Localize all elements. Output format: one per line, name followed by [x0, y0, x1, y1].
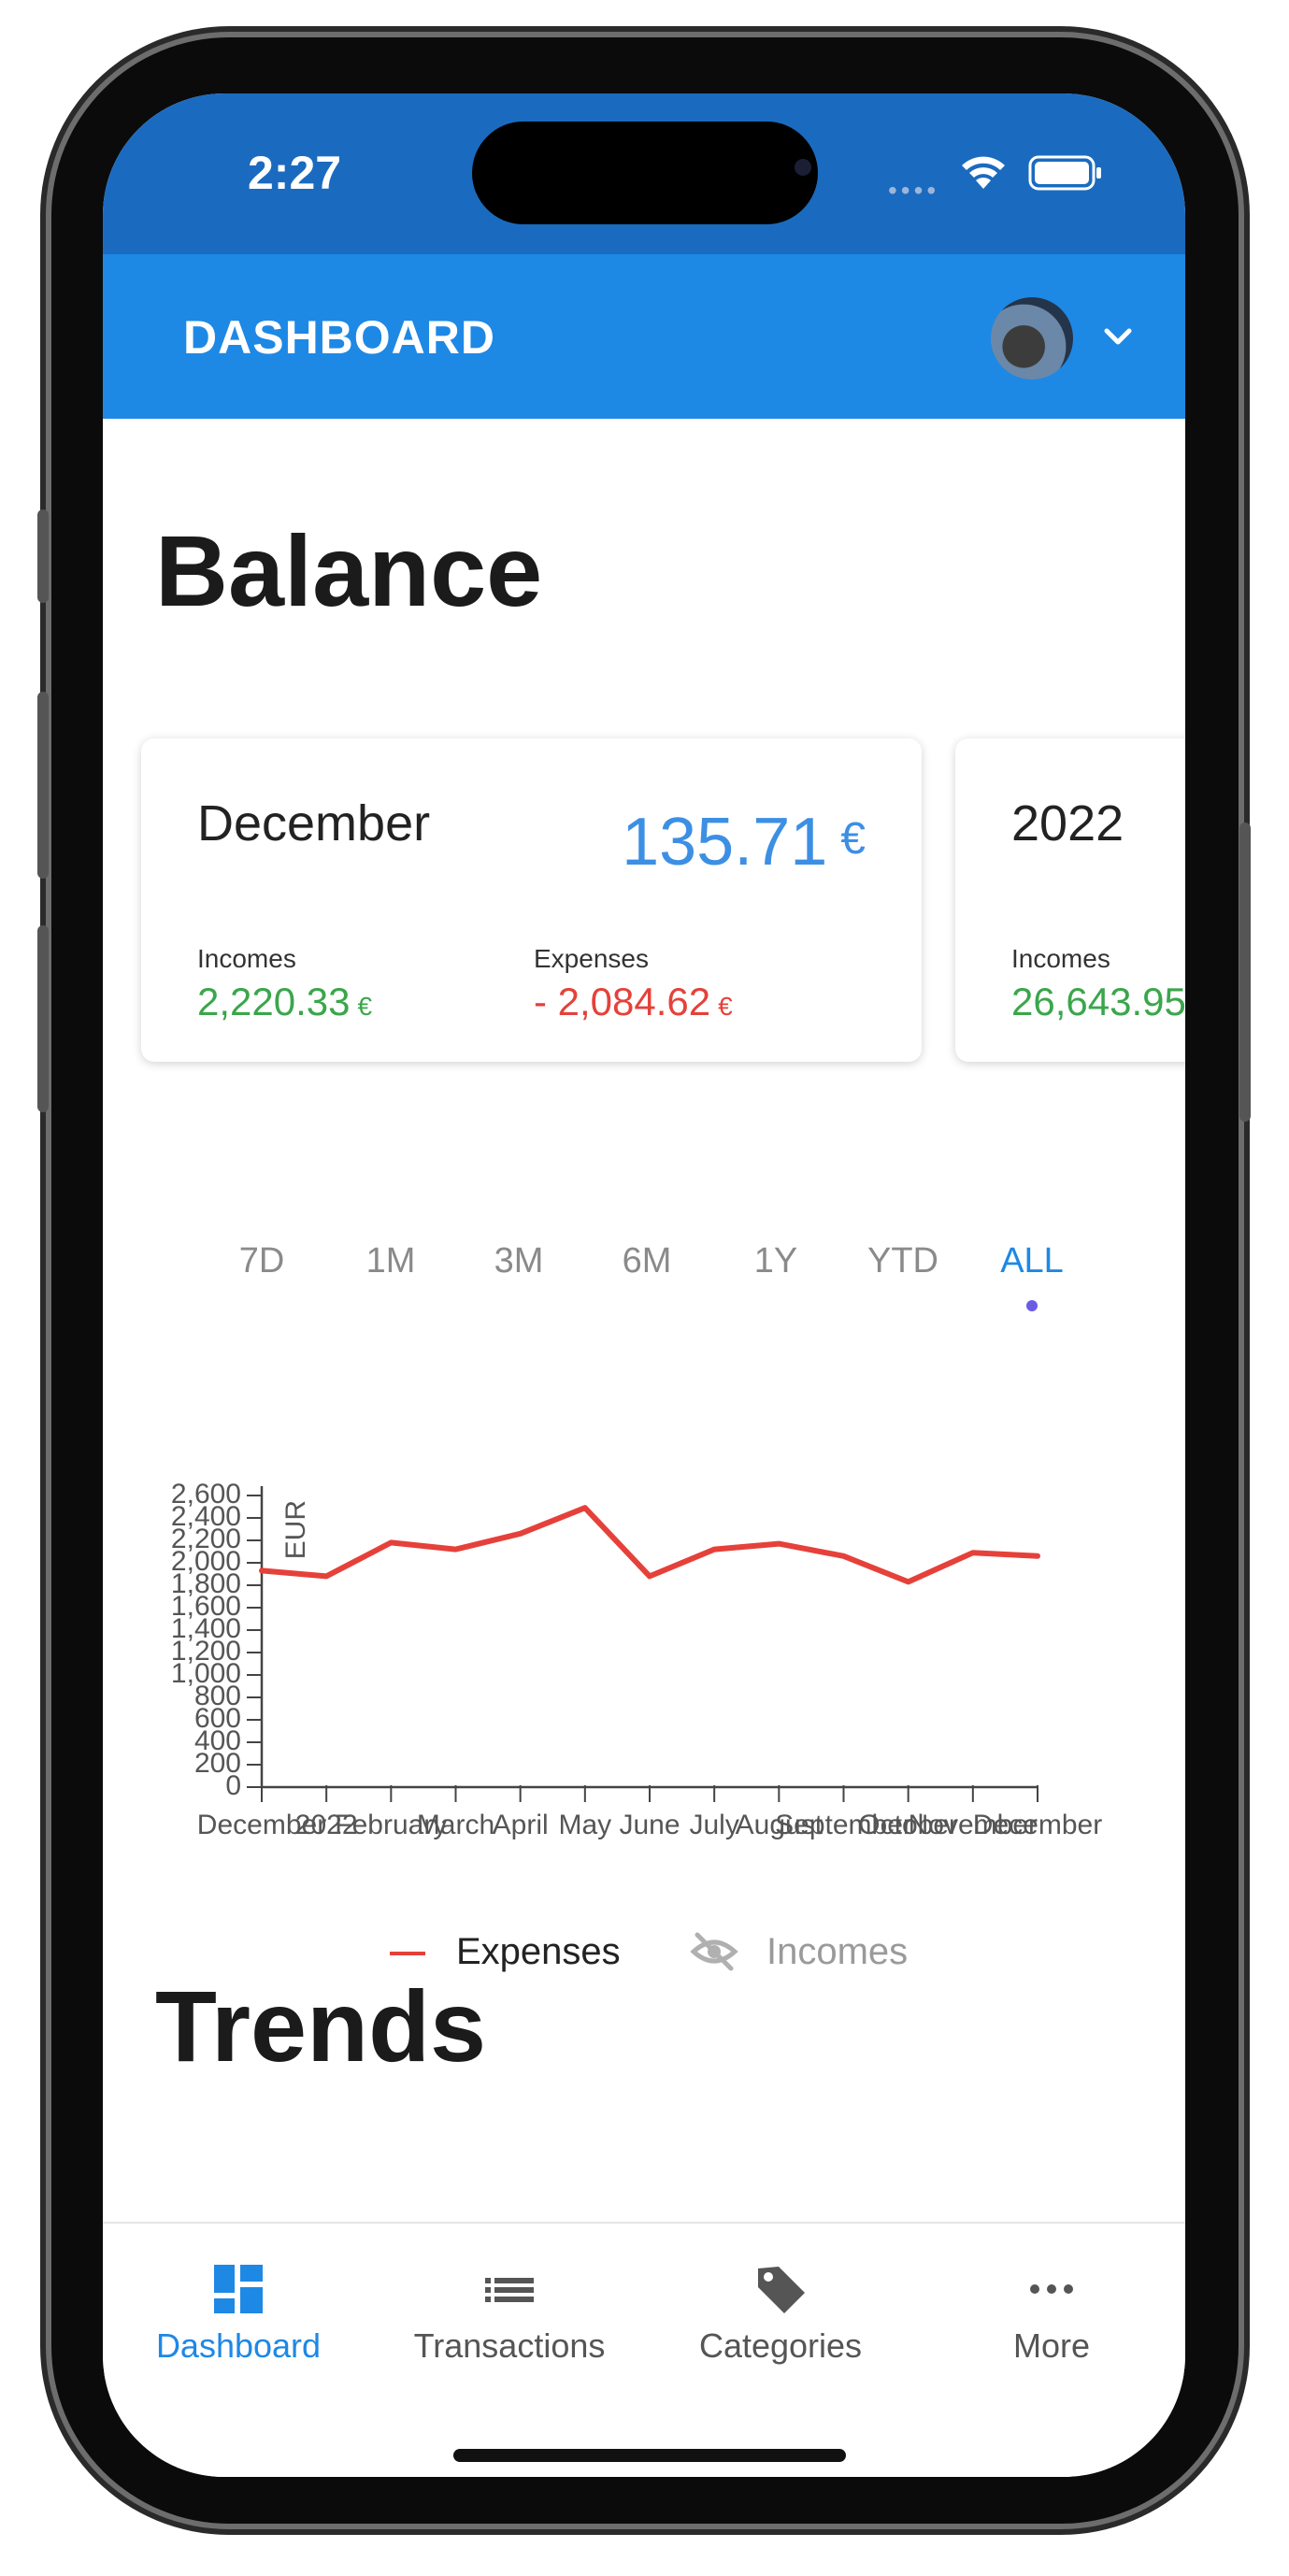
app-bar: DASHBOARD	[103, 254, 1185, 419]
period-6m[interactable]: 6M	[623, 1241, 672, 1281]
screen: 2:27 •••• DASHBOARD Balance December 135…	[103, 93, 1185, 2477]
list-icon	[485, 2278, 534, 2302]
status-bar: 2:27 ••••	[103, 93, 1185, 254]
nav-more[interactable]: More	[916, 2224, 1185, 2411]
card-title: December	[197, 795, 431, 852]
expenses-label: Expenses	[534, 944, 649, 973]
expenses-data-point	[583, 1507, 586, 1510]
expenses-data-point	[519, 1532, 522, 1535]
status-time: 2:27	[248, 147, 342, 199]
camera-icon	[795, 159, 811, 176]
bottom-navigation: Dashboard Transactions Categories More	[103, 2222, 1185, 2477]
balance-amount: 135.71 €	[622, 805, 866, 880]
x-tick-label: April	[493, 1810, 549, 1840]
period-1y[interactable]: 1Y	[754, 1241, 797, 1281]
y-axis-label: EUR	[280, 1500, 311, 1559]
expenses-data-point	[390, 1541, 393, 1544]
expenses-data-point	[454, 1548, 457, 1551]
volume-up-button	[37, 692, 49, 879]
card-title: 2022	[1011, 795, 1124, 852]
period-ytd[interactable]: YTD	[867, 1241, 938, 1281]
page-title: DASHBOARD	[183, 311, 495, 364]
x-tick-label: June	[619, 1810, 680, 1840]
x-tick-label: March	[417, 1810, 494, 1840]
expenses-value: - 2,084.62 €	[534, 980, 733, 1023]
eye-off-icon[interactable]	[690, 1931, 738, 1972]
battery-icon	[1028, 155, 1101, 191]
x-tick-label: July	[689, 1810, 738, 1840]
incomes-label: Incomes	[197, 944, 296, 973]
expenses-legend-swatch	[390, 1952, 425, 1955]
period-3m[interactable]: 3M	[494, 1241, 544, 1281]
nav-label: Categories	[698, 2326, 863, 2365]
chevron-down-icon[interactable]	[1099, 318, 1137, 355]
nav-label: Transactions	[413, 2326, 606, 2365]
expenses-chart: 02004006008001,0001,2001,4001,6001,8002,…	[171, 1479, 1102, 1840]
balance-card-month[interactable]: December 135.71 € Incomes 2,220.33 € Expen…	[141, 738, 922, 1062]
nav-label: Dashboard	[155, 2326, 322, 2365]
expenses-data-point	[261, 1569, 263, 1572]
signal-icon: ••••	[888, 176, 940, 205]
expenses-data-point	[778, 1542, 781, 1545]
wifi-icon	[962, 156, 1005, 189]
nav-dashboard[interactable]: Dashboard	[103, 2224, 374, 2411]
mute-switch	[37, 509, 49, 603]
tag-icon	[758, 2267, 805, 2313]
expenses-data-point	[842, 1554, 845, 1557]
y-tick-label: 2,600	[171, 1479, 241, 1510]
expenses-data-point	[907, 1581, 909, 1583]
balance-card-year[interactable]: 2022 Incomes 26,643.95	[955, 738, 1185, 1062]
expenses-data-point	[971, 1552, 974, 1554]
expenses-data-point	[713, 1548, 716, 1551]
expenses-data-point	[649, 1575, 651, 1578]
period-7d[interactable]: 7D	[239, 1241, 285, 1281]
expenses-series-line	[259, 1505, 1040, 1585]
dynamic-island	[472, 122, 818, 224]
home-indicator	[453, 2449, 846, 2462]
dashboard-icon	[214, 2265, 263, 2313]
volume-down-button	[37, 925, 49, 1112]
balance-heading: Balance	[155, 514, 543, 627]
nav-categories[interactable]: Categories	[645, 2224, 916, 2411]
incomes-label: Incomes	[1011, 944, 1110, 973]
legend-incomes[interactable]: Incomes	[766, 1931, 908, 1973]
expenses-data-point	[1037, 1554, 1038, 1557]
x-tick-label: December	[973, 1810, 1102, 1840]
nav-transactions[interactable]: Transactions	[374, 2224, 645, 2411]
selected-period-indicator	[1026, 1300, 1038, 1311]
avatar[interactable]	[991, 297, 1073, 379]
period-1m[interactable]: 1M	[366, 1241, 416, 1281]
nav-label: More	[1012, 2326, 1091, 2365]
power-button	[1239, 823, 1251, 1122]
period-all[interactable]: ALL	[1000, 1241, 1064, 1281]
expenses-data-point	[325, 1575, 328, 1578]
more-icon	[1030, 2284, 1073, 2294]
trends-heading: Trends	[155, 1969, 487, 2082]
period-selector: 7D 1M 3M 6M 1Y YTD ALL	[103, 1241, 1185, 1297]
incomes-value: 2,220.33 €	[197, 980, 373, 1023]
incomes-value: 26,643.95	[1011, 980, 1185, 1023]
x-tick-label: May	[558, 1810, 611, 1840]
